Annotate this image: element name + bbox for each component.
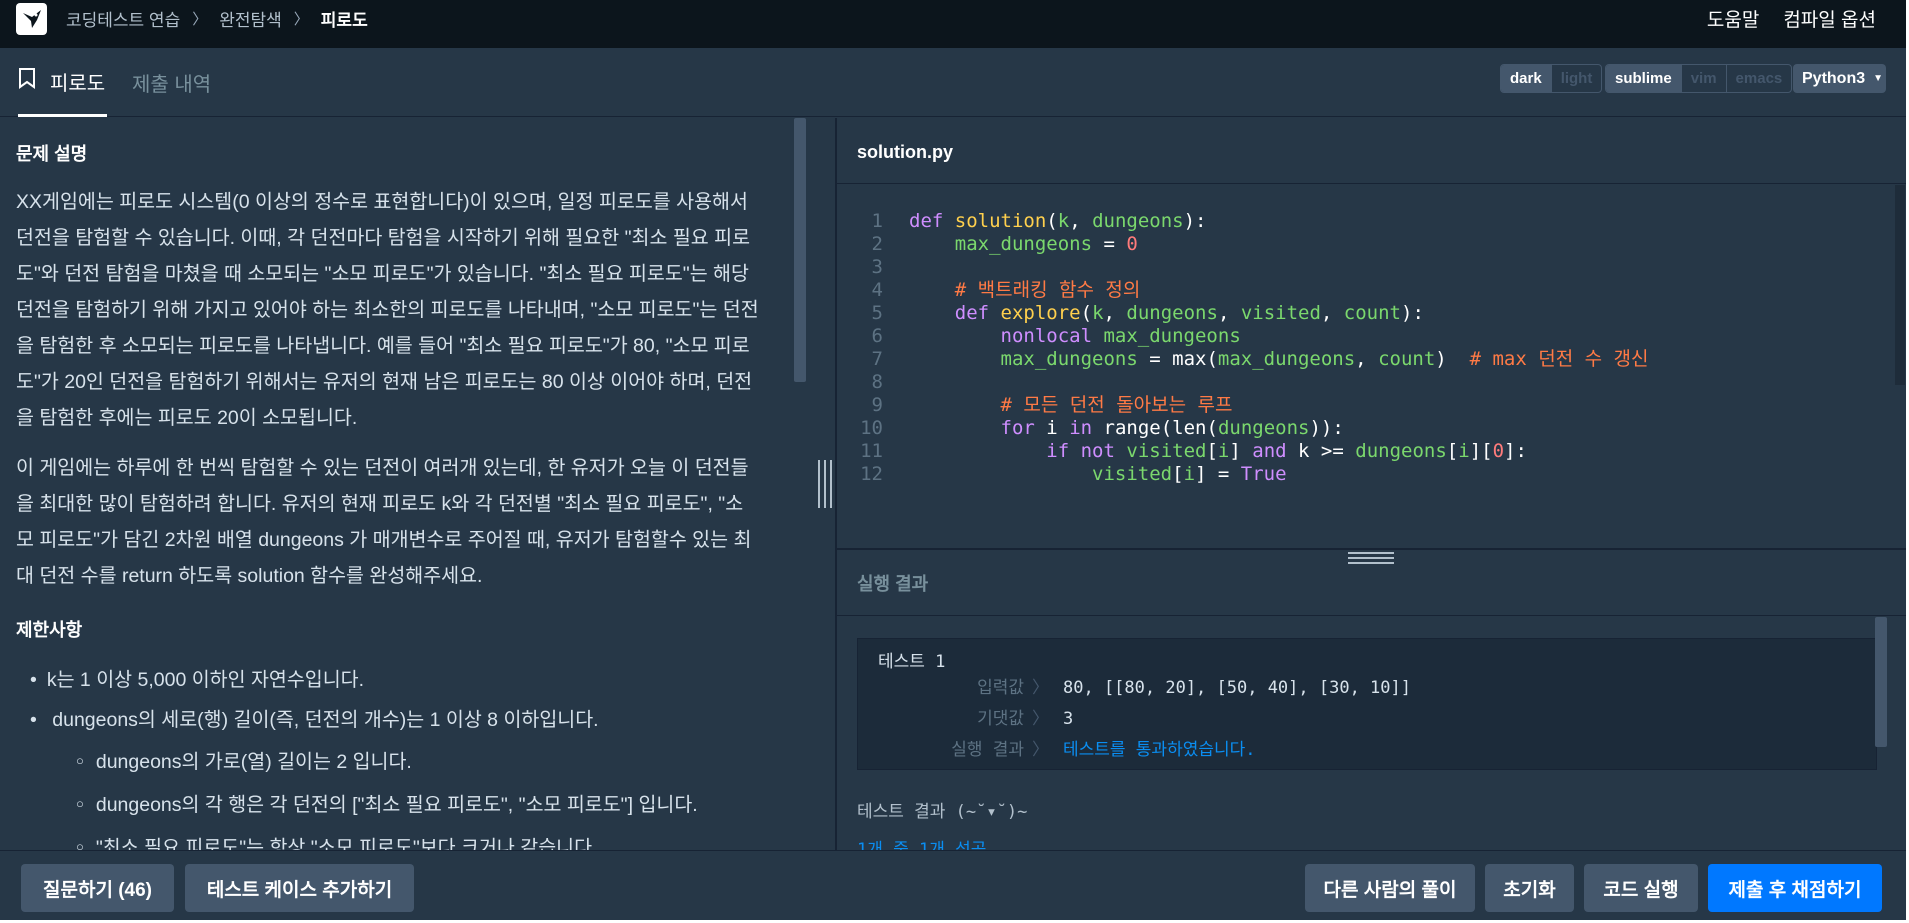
test-summary-count: 1개 중 1개 성공 bbox=[857, 840, 987, 850]
problem-description: 문제 설명 XX게임에는 피로도 시스템(0 이상의 정수로 표현합니다)이 있… bbox=[16, 118, 780, 850]
limits-heading: 제한사항 bbox=[16, 620, 83, 640]
test-input-row: 입력값 〉 80, [[80, 20], [50, 40], [30, 10]] bbox=[858, 673, 1411, 703]
limits-list: k는 1 이상 5,000 이하인 자연수입니다. dungeons의 세로(행… bbox=[47, 660, 780, 850]
tab-problem[interactable]: 피로도 bbox=[18, 48, 108, 117]
keymap-emacs-button[interactable]: emacs bbox=[1725, 65, 1792, 92]
tab-problem-label: 피로도 bbox=[50, 72, 106, 95]
description-heading: 문제 설명 bbox=[16, 144, 88, 164]
theme-light-button[interactable]: light bbox=[1550, 65, 1602, 92]
editor-filename: solution.py bbox=[857, 142, 953, 162]
theme-dark-button[interactable]: dark bbox=[1501, 65, 1551, 92]
desc-line: 을 최대한 많이 탐험하려 합니다. 유저의 현재 피로도 k와 각 던전별 "… bbox=[16, 493, 744, 515]
compile-options-link[interactable]: 컴파일 옵션 bbox=[1783, 5, 1876, 32]
breadcrumb: 코딩테스트 연습 〉 완전탐색 〉 피로도 bbox=[66, 0, 368, 36]
limit-subitem: dungeons의 각 행은 각 던전의 ["최소 필요 피로도", "소모 피… bbox=[96, 783, 780, 826]
chevron-right-icon: 〉 bbox=[1032, 709, 1049, 729]
run-code-button[interactable]: 코드 실행 bbox=[1584, 864, 1698, 912]
top-navigation-bar: 코딩테스트 연습 〉 완전탐색 〉 피로도 도움말 컴파일 옵션 bbox=[0, 0, 1906, 48]
chevron-right-icon: 〉 bbox=[293, 10, 309, 28]
keymap-sublime-button[interactable]: sublime bbox=[1606, 65, 1681, 92]
result-panel: 테스트 1 입력값 〉 80, [[80, 20], [50, 40], [30, … bbox=[837, 617, 1906, 850]
result-header: 실행 결과 bbox=[837, 550, 1906, 616]
tab-bar: 피로도 제출 내역 dark light sublime vim emacs P… bbox=[0, 48, 1906, 117]
limit-sublist: dungeons의 가로(열) 길이는 2 입니다. dungeons의 각 행… bbox=[96, 740, 780, 850]
desc-line: 이 게임에는 하루에 한 번씩 탐험할 수 있는 던전이 여러개 있는데, 한 … bbox=[16, 457, 749, 479]
desc-line: 던전을 탐험할 수 있습니다. 이때, 각 던전마다 탐험을 시작하기 위해 필… bbox=[16, 227, 751, 249]
desc-line: 던전을 탐험하기 위해 가지고 있어야 하는 최소한의 피로도를 나타내며, "… bbox=[16, 299, 759, 321]
input-label: 입력값 bbox=[977, 678, 1024, 698]
result-heading: 실행 결과 bbox=[857, 574, 929, 594]
code-comment: # 모든 던전 돌아보는 루프 bbox=[1000, 394, 1233, 416]
tab-submissions[interactable]: 제출 내역 bbox=[132, 48, 211, 117]
add-test-case-button[interactable]: 테스트 케이스 추가하기 bbox=[185, 864, 414, 912]
help-link[interactable]: 도움말 bbox=[1707, 5, 1759, 32]
code-comment: # max 던전 수 갱신 bbox=[1469, 348, 1649, 370]
line-number: 12 bbox=[860, 463, 883, 485]
expected-value: 3 bbox=[1063, 709, 1074, 729]
chevron-right-icon: 〉 bbox=[1032, 678, 1049, 698]
others-solutions-button[interactable]: 다른 사람의 풀이 bbox=[1305, 864, 1475, 912]
desc-line: 을 탐험한 후 소모되는 피로도를 나타냅니다. 예를 들어 "최소 필요 피로… bbox=[16, 335, 750, 357]
desc-line: 도"가 20인 던전을 탐험하기 위해서는 유저의 현재 남은 피로도는 80 … bbox=[16, 371, 753, 393]
code-editor[interactable]: 1 def solution(k, dungeons): 2 max_dungeo… bbox=[837, 185, 1906, 548]
chevron-right-icon: 〉 bbox=[192, 10, 208, 28]
problem-description-panel: 문제 설명 XX게임에는 피로도 시스템(0 이상의 정수로 표현합니다)이 있… bbox=[0, 118, 835, 850]
breadcrumb-coding-test[interactable]: 코딩테스트 연습 bbox=[66, 6, 180, 31]
breadcrumb-current: 피로도 bbox=[320, 10, 368, 30]
test-title: 테스트 1 bbox=[878, 652, 946, 672]
desc-line: XX게임에는 피로도 시스템(0 이상의 정수로 표현합니다)이 있으며, 일정… bbox=[16, 191, 748, 213]
language-select-value: Python3 bbox=[1802, 69, 1866, 87]
limit-item-text: dungeons의 세로(행) 길이(즉, 던전의 개수)는 1 이상 8 이하… bbox=[52, 709, 599, 731]
code-line[interactable]: 12 visited[i] = True bbox=[837, 460, 1286, 488]
test-summary: 테스트 결과 (~˘▾˘)~ bbox=[857, 802, 1028, 822]
top-links: 도움말 컴파일 옵션 bbox=[1683, 0, 1876, 36]
expected-label: 기댓값 bbox=[977, 709, 1024, 729]
test-result-row: 실행 결과 〉 테스트를 통과하였습니다. bbox=[858, 735, 1256, 765]
limit-item: k는 1 이상 5,000 이하인 자연수입니다. bbox=[47, 660, 780, 700]
bookmark-icon[interactable] bbox=[18, 67, 36, 95]
limit-subitem: "최소 필요 피로도"는 항상 "소모 피로도"보다 크거나 같습니다. bbox=[96, 826, 780, 850]
app-window: 코딩테스트 연습 〉 완전탐색 〉 피로도 도움말 컴파일 옵션 피로도 제출 … bbox=[0, 0, 1906, 920]
code-line[interactable]: 7 max_dungeons = max(max_dungeons, count… bbox=[837, 345, 1649, 373]
theme-toggle: dark light bbox=[1500, 64, 1603, 93]
limit-subitem: dungeons의 가로(열) 길이는 2 입니다. bbox=[96, 740, 780, 783]
chevron-right-icon: 〉 bbox=[1032, 740, 1049, 760]
reset-button[interactable]: 초기화 bbox=[1485, 864, 1574, 912]
breadcrumb-brute-force[interactable]: 완전탐색 bbox=[219, 6, 282, 31]
keymap-toggle: sublime vim emacs bbox=[1605, 64, 1793, 93]
programmers-logo-icon[interactable] bbox=[16, 3, 47, 35]
submit-button[interactable]: 제출 후 채점하기 bbox=[1708, 864, 1882, 912]
desc-line: 도"와 던전 탐험을 마쳤을 때 소모되는 "소모 피로도"가 있습니다. "최… bbox=[16, 263, 749, 285]
vertical-resize-handle[interactable] bbox=[818, 460, 832, 508]
result-label: 실행 결과 bbox=[951, 740, 1024, 760]
result-value: 테스트를 통과하였습니다. bbox=[1063, 740, 1256, 760]
language-select[interactable]: Python3 ▼ bbox=[1793, 64, 1886, 93]
ask-question-button[interactable]: 질문하기 (46) bbox=[21, 864, 174, 912]
code-comment: # 백트래킹 함수 정의 bbox=[954, 279, 1141, 301]
description-paragraph-1: XX게임에는 피로도 시스템(0 이상의 정수로 표현합니다)이 있으며, 일정… bbox=[16, 184, 780, 436]
desc-line: 대 던전 수를 return 하도록 solution 함수를 완성해주세요. bbox=[16, 565, 483, 587]
desc-line: 을 탐험한 후에는 피로도 20이 소모됩니다. bbox=[16, 407, 358, 429]
test-case-result: 테스트 1 입력값 〉 80, [[80, 20], [50, 40], [30, … bbox=[857, 638, 1877, 770]
desc-line: 모 피로도"가 담긴 2차원 배열 dungeons 가 매개변수로 주어질 때… bbox=[16, 529, 752, 551]
caret-down-icon: ▼ bbox=[1873, 73, 1884, 84]
keymap-vim-button[interactable]: vim bbox=[1680, 65, 1726, 92]
result-scrollbar[interactable] bbox=[1875, 617, 1887, 747]
input-value: 80, [[80, 20], [50, 40], [30, 10]] bbox=[1063, 678, 1411, 698]
description-paragraph-2: 이 게임에는 하루에 한 번씩 탐험할 수 있는 던전이 여러개 있는데, 한 … bbox=[16, 450, 780, 594]
description-scrollbar[interactable] bbox=[794, 118, 806, 382]
test-expected-row: 기댓값 〉 3 bbox=[858, 704, 1073, 734]
limit-item: dungeons의 세로(행) 길이(즉, 던전의 개수)는 1 이상 8 이하… bbox=[50, 700, 780, 850]
editor-header: solution.py bbox=[837, 118, 1906, 184]
footer-actions: 질문하기 (46) 테스트 케이스 추가하기 다른 사람의 풀이 초기화 코드 … bbox=[0, 850, 1906, 920]
editor-scrollbar[interactable] bbox=[1895, 185, 1905, 385]
